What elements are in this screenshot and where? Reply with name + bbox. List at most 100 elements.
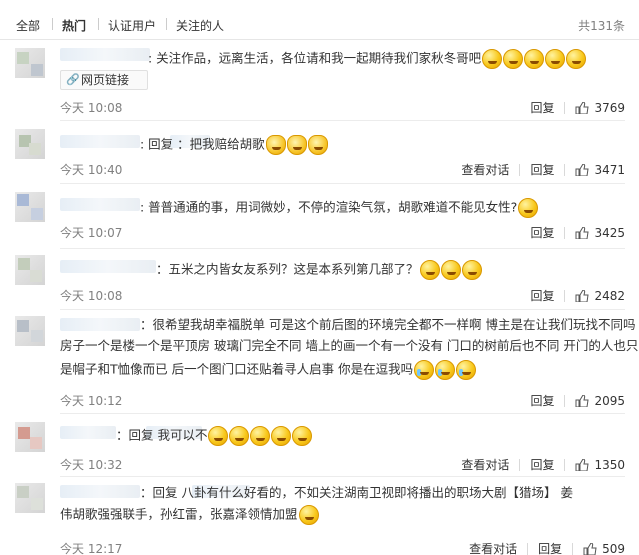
reply-button[interactable]: 回复 (530, 456, 554, 473)
comment-text-content: ：回复 我可以不 (116, 427, 208, 443)
avatar[interactable] (15, 192, 45, 222)
username-blurred[interactable] (60, 426, 116, 439)
comment-item: ：很希望我胡幸福脱单 可是这个前后图的环境完全都不一样啊 博主是在让我们玩找不同… (0, 310, 639, 413)
avatar[interactable] (15, 48, 45, 78)
cat-emoji-icon (307, 135, 328, 155)
username-blurred[interactable] (60, 48, 150, 61)
tab-divider (166, 18, 167, 30)
comment-text: : 回复 ：把我赔给胡歌 (140, 135, 328, 155)
comment-item: ：五米之内皆女友系列？这是本系列第几部了？ 今天 10:08 回复 2482 (0, 249, 639, 309)
smile-emoji-icon (482, 49, 503, 69)
like-count: 509 (602, 541, 625, 555)
comment-text: ：很希望我胡幸福脱单 可是这个前后图的环境完全都不一样啊 博主是在让我们玩找不同… (140, 317, 635, 333)
avatar[interactable] (15, 255, 45, 285)
thumbs-up-icon[interactable] (575, 226, 590, 239)
reply-button[interactable]: 回复 (538, 540, 562, 555)
action-divider (564, 101, 566, 114)
avatar[interactable] (15, 316, 45, 346)
tab-following[interactable]: 关注的人 (176, 17, 224, 34)
comment-text-content: ：五米之内皆女友系列？这是本系列第几部了？ (156, 261, 419, 277)
smile-emoji-icon (503, 49, 524, 69)
comment-time: 今天 10:32 (60, 458, 123, 472)
username-blurred[interactable] (60, 198, 140, 211)
thumbs-up-icon[interactable] (575, 101, 590, 114)
comment-actions: 回复 3425 (530, 224, 625, 241)
username-blurred[interactable] (60, 485, 140, 498)
like-count: 3425 (594, 225, 625, 240)
comment-text: ：五米之内皆女友系列？这是本系列第几部了？ (156, 260, 482, 280)
reply-button[interactable]: 回复 (530, 224, 554, 241)
grin-emoji-icon (518, 198, 539, 218)
reply-button[interactable]: 回复 (530, 161, 554, 178)
reply-button[interactable]: 回复 (530, 392, 554, 409)
smile-emoji-icon (271, 426, 292, 446)
cry-emoji-icon (414, 360, 435, 380)
tab-verified-users[interactable]: 认证用户 (108, 17, 156, 34)
smile-emoji-icon (524, 49, 545, 69)
cry-emoji-icon (435, 360, 456, 380)
comment-item: ：回复 八卦有什么好看的，不如关注湖南卫视即将播出的职场大剧【猎场】 姜 伟胡歌… (0, 477, 639, 555)
comment-text: : 关注作品，远离生活，各位请和我一起期待我们家秋冬哥吧 (148, 49, 587, 69)
link-icon: 🔗 (66, 73, 80, 86)
avatar[interactable] (15, 483, 45, 513)
view-conversation-link[interactable]: 查看对话 (469, 540, 517, 555)
comment-item: : 关注作品，远离生活，各位请和我一起期待我们家秋冬哥吧 🔗 网页链接 今天 1… (0, 40, 639, 120)
comment-time: 今天 10:08 (60, 101, 123, 115)
tab-all[interactable]: 全部 (16, 17, 40, 34)
smile-emoji-icon (566, 49, 587, 69)
smile-emoji-icon (208, 426, 229, 446)
reply-button[interactable]: 回复 (530, 287, 554, 304)
thumbs-up-icon[interactable] (575, 163, 590, 176)
comment-filter-tabs: 全部 热门 认证用户 关注的人 共131条 (0, 0, 639, 40)
reply-button[interactable]: 回复 (530, 99, 554, 116)
tab-divider (98, 18, 99, 30)
comment-actions: 查看对话 回复 3471 (461, 161, 625, 178)
comment-text-line-2: 伟胡歌强强联手，孙红雷，张嘉泽领情加盟 (60, 505, 319, 525)
comment-time: 今天 10:40 (60, 163, 123, 177)
comment-text: ：回复 八卦有什么好看的，不如关注湖南卫视即将播出的职场大剧【猎场】 姜 (140, 485, 573, 501)
comment-item: : 普普通通的事，用词微妙，不停的渲染气氛，胡歌难道不能见女性? 今天 10:0… (0, 184, 639, 248)
comment-item: ：回复 我可以不 今天 10:32 查看对话 回复 1350 (0, 414, 639, 476)
thumbs-up-icon[interactable] (575, 289, 590, 302)
angry-emoji-icon (461, 260, 482, 280)
username-blurred[interactable] (60, 260, 156, 273)
sweat-emoji-icon (298, 505, 319, 525)
tab-hot[interactable]: 热门 (62, 17, 86, 34)
username-blurred[interactable] (60, 318, 140, 331)
like-count: 2095 (594, 393, 625, 408)
comment-text-line-3: 是帽子和T恤像而已 后一个图门口还贴着寻人启事 你是在逗我吗 (60, 360, 477, 380)
thumbs-up-icon[interactable] (583, 542, 597, 555)
angry-emoji-icon (440, 260, 461, 280)
action-divider (572, 542, 574, 555)
comment-text-line-2: 房子一个是楼一个是平顶房 玻璃门完全不同 墙上的画一个有一个没有 门口的树前后也… (60, 338, 639, 353)
smile-emoji-icon (250, 426, 271, 446)
action-divider (564, 394, 566, 407)
comment-actions: 回复 3769 (530, 99, 625, 116)
username-blurred[interactable] (60, 135, 140, 148)
thumbs-up-icon[interactable] (575, 458, 590, 471)
like-count: 1350 (594, 457, 625, 472)
thumbs-up-icon[interactable] (575, 394, 590, 407)
comment-text-content: 是帽子和T恤像而已 后一个图门口还贴着寻人启事 你是在逗我吗 (60, 361, 414, 377)
comment-actions: 查看对话 回复 509 (469, 540, 625, 555)
web-link-label: 网页链接 (81, 73, 130, 87)
comment-time: 今天 12:17 (60, 542, 123, 555)
avatar[interactable] (15, 422, 45, 452)
action-divider (564, 226, 566, 239)
comment-item: : 回复 ：把我赔给胡歌 今天 10:40 查看对话 回复 3471 (0, 121, 639, 183)
web-link-button[interactable]: 🔗 网页链接 (60, 70, 148, 90)
view-conversation-link[interactable]: 查看对话 (461, 161, 509, 178)
view-conversation-link[interactable]: 查看对话 (461, 456, 509, 473)
tab-divider (52, 18, 53, 30)
avatar[interactable] (15, 129, 45, 159)
smile-emoji-icon (545, 49, 566, 69)
action-divider (564, 289, 566, 302)
cry-emoji-icon (456, 360, 477, 380)
comment-text-content: ：回复 八卦有什么好看的，不如关注湖南卫视即将播出的职场大剧【猎场】 姜 (140, 485, 573, 500)
angry-emoji-icon (419, 260, 440, 280)
comment-text: ：回复 我可以不 (116, 426, 313, 446)
comment-text: : 普普通通的事，用词微妙，不停的渲染气氛，胡歌难道不能见女性? (140, 198, 539, 218)
comment-text-content: ：很希望我胡幸福脱单 可是这个前后图的环境完全都不一样啊 博主是在让我们玩找不同… (140, 317, 636, 332)
comment-total-count: 共131条 (578, 19, 625, 33)
like-count: 3471 (594, 162, 625, 177)
